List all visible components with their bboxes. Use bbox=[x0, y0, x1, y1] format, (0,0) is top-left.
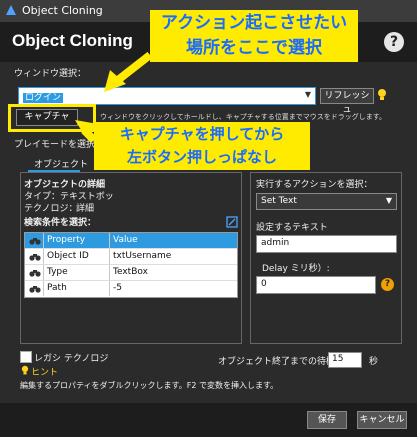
callout-top-line1: アクション起こさせたい bbox=[160, 13, 348, 33]
callout-top-line2: 場所をここで選択 bbox=[186, 38, 322, 58]
arrow-top-icon bbox=[115, 51, 153, 84]
callout-bottom-line2: 左ボタン押しっぱなし bbox=[126, 148, 277, 166]
callout-top: アクション起こさせたい 場所をここで選択 bbox=[150, 10, 358, 62]
annotation-arrows bbox=[75, 51, 153, 143]
callout-bottom-line1: キャプチャを押してから bbox=[119, 125, 285, 143]
callout-bottom: キャプチャを押してから 左ボタン押しっぱなし bbox=[94, 122, 310, 170]
